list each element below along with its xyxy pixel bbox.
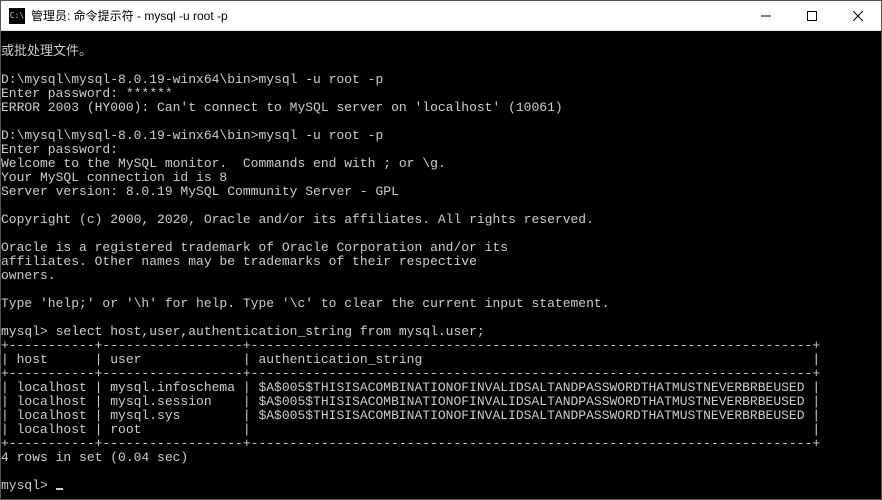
prompt-text: mysql> — [1, 478, 56, 493]
output-line: Copyright (c) 2000, 2020, Oracle and/or … — [1, 212, 594, 227]
output-line: Enter password: ****** — [1, 86, 173, 101]
cmd-icon: C:\ — [9, 8, 25, 24]
cursor — [56, 488, 63, 490]
output-line: Welcome to the MySQL monitor. Commands e… — [1, 156, 446, 171]
output-line: Enter password: — [1, 142, 118, 157]
window-titlebar: C:\ 管理员: 命令提示符 - mysql -u root -p — [1, 1, 881, 31]
output-line: Type 'help;' or '\h' for help. Type '\c'… — [1, 296, 610, 311]
output-line: owners. — [1, 268, 56, 283]
table-row: | localhost | mysql.sys | $A$005$THISISA… — [1, 408, 820, 423]
query-footer: 4 rows in set (0.04 sec) — [1, 450, 188, 465]
shell-prompt: D:\mysql\mysql-8.0.19-winx64\bin>mysql -… — [1, 72, 383, 87]
window-title: 管理员: 命令提示符 - mysql -u root -p — [31, 7, 228, 24]
table-border: +-----------+------------------+--------… — [1, 436, 820, 451]
mysql-prompt-current[interactable]: mysql> — [1, 478, 63, 493]
terminal-output[interactable]: 或批处理文件。 D:\mysql\mysql-8.0.19-winx64\bin… — [1, 31, 881, 499]
close-button[interactable] — [835, 1, 881, 31]
table-row: | localhost | mysql.infoschema | $A$005$… — [1, 380, 820, 395]
table-border: +-----------+------------------+--------… — [1, 366, 820, 381]
minimize-button[interactable] — [743, 1, 789, 31]
mysql-prompt: mysql> select host,user,authentication_s… — [1, 324, 485, 339]
shell-prompt: D:\mysql\mysql-8.0.19-winx64\bin>mysql -… — [1, 128, 383, 143]
output-line: Server version: 8.0.19 MySQL Community S… — [1, 184, 399, 199]
output-line: 或批处理文件。 — [1, 44, 92, 59]
table-row: | localhost | root | | — [1, 422, 820, 437]
output-line: Your MySQL connection id is 8 — [1, 170, 227, 185]
table-row: | localhost | mysql.session | $A$005$THI… — [1, 394, 820, 409]
maximize-button[interactable] — [789, 1, 835, 31]
output-line: affiliates. Other names may be trademark… — [1, 254, 477, 269]
table-border: +-----------+------------------+--------… — [1, 338, 820, 353]
table-header: | host | user | authentication_string | — [1, 352, 820, 367]
error-line: ERROR 2003 (HY000): Can't connect to MyS… — [1, 100, 563, 115]
output-line: Oracle is a registered trademark of Orac… — [1, 240, 508, 255]
